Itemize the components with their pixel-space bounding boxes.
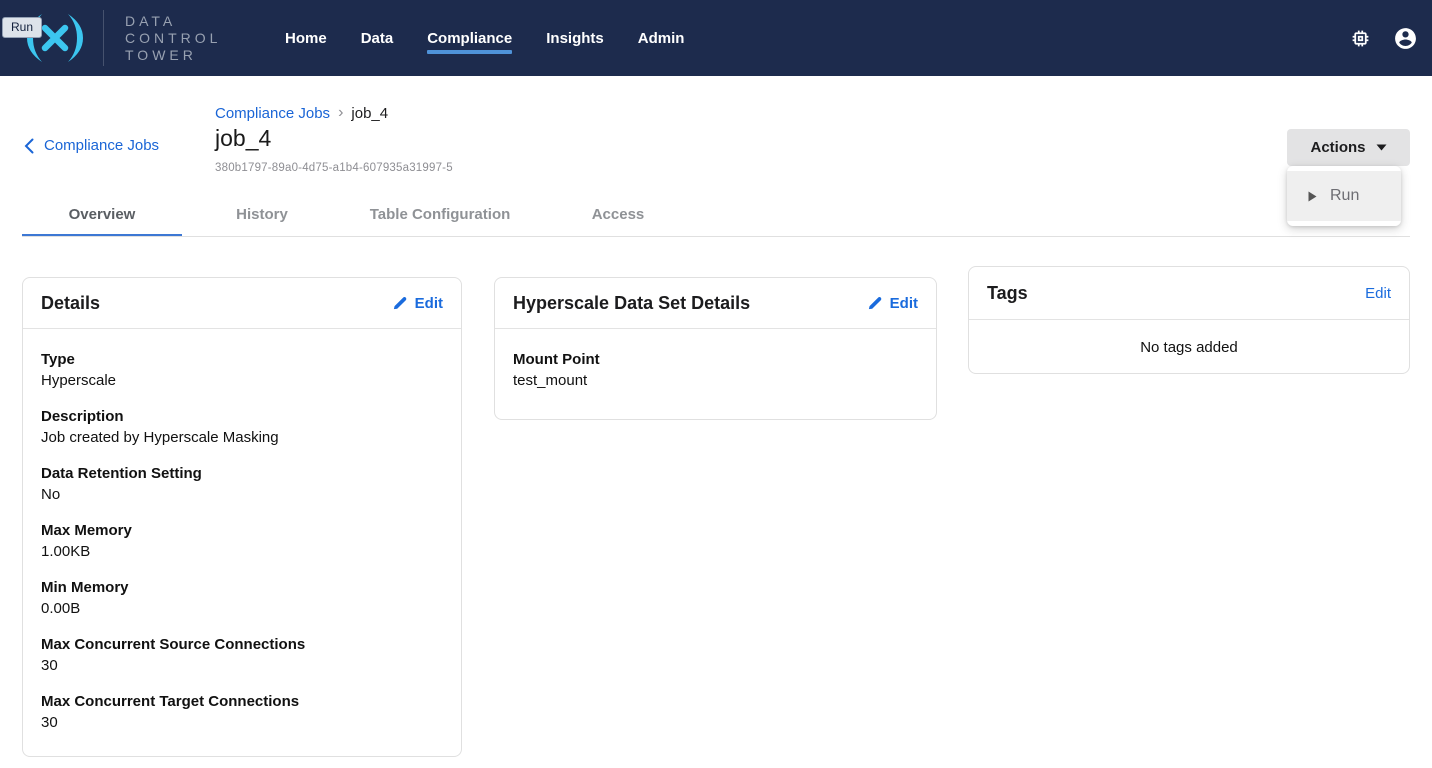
field-max-concurrent-source-connections: Max Concurrent Source Connections 30 (41, 634, 443, 676)
tags-card-title: Tags (987, 283, 1028, 304)
tags-card: Tags Edit No tags added (968, 266, 1410, 374)
field-value: test_mount (513, 370, 918, 391)
field-type: Type Hyperscale (41, 349, 443, 391)
tab-history[interactable]: History (182, 192, 342, 237)
menu-item-run-label: Run (1330, 187, 1359, 205)
details-card-body: Type Hyperscale Description Job created … (23, 329, 461, 768)
field-mount-point: Mount Point test_mount (513, 349, 918, 391)
details-card: Details Edit Type Hyperscale Description… (22, 277, 462, 757)
breadcrumb-separator: › (338, 104, 343, 122)
tab-overview[interactable]: Overview (22, 192, 182, 237)
tags-edit-label: Edit (1365, 285, 1391, 302)
logo-line-2: CONTROL (125, 30, 221, 47)
hyperscale-card-header: Hyperscale Data Set Details Edit (495, 278, 936, 329)
top-navbar: DATA CONTROL TOWER Home Data Compliance … (0, 0, 1432, 76)
field-value: 1.00KB (41, 541, 443, 562)
actions-button[interactable]: Actions (1287, 129, 1410, 166)
hyperscale-dataset-card: Hyperscale Data Set Details Edit Mount P… (494, 277, 937, 420)
tags-edit-button[interactable]: Edit (1365, 285, 1391, 302)
page-title: job_4 (215, 125, 271, 152)
nav-item-label: Insights (546, 30, 604, 47)
field-label: Max Concurrent Target Connections (41, 691, 443, 712)
field-value: Hyperscale (41, 370, 443, 391)
caret-down-icon (1376, 144, 1387, 151)
main-nav: Home Data Compliance Insights Admin (285, 0, 684, 76)
hyperscale-card-title: Hyperscale Data Set Details (513, 293, 750, 314)
breadcrumb-parent-link[interactable]: Compliance Jobs (215, 105, 330, 122)
logo-line-3: TOWER (125, 47, 221, 64)
field-label: Mount Point (513, 349, 918, 370)
actions-button-label: Actions (1310, 139, 1365, 156)
pencil-icon (393, 296, 407, 310)
menu-item-run[interactable]: Run (1287, 171, 1401, 221)
nav-item-label: Data (361, 30, 394, 47)
field-label: Max Concurrent Source Connections (41, 634, 443, 655)
field-value: Job created by Hyperscale Masking (41, 427, 443, 448)
breadcrumb-current: job_4 (351, 105, 388, 122)
nav-item-home[interactable]: Home (285, 0, 327, 76)
field-description: Description Job created by Hyperscale Ma… (41, 406, 443, 448)
logo-line-1: DATA (125, 13, 221, 30)
hyperscale-card-body: Mount Point test_mount (495, 329, 936, 426)
hyperscale-edit-button[interactable]: Edit (868, 295, 918, 312)
run-drag-ghost: Run (2, 17, 42, 38)
field-value: 0.00B (41, 598, 443, 619)
tab-bar: Overview History Table Configuration Acc… (22, 192, 698, 237)
tab-access[interactable]: Access (538, 192, 698, 237)
field-label: Min Memory (41, 577, 443, 598)
tab-label: Access (592, 206, 645, 223)
tab-table-configuration[interactable]: Table Configuration (342, 192, 538, 237)
breadcrumb: Compliance Jobs › job_4 (215, 104, 388, 122)
tab-label: Overview (69, 206, 136, 223)
field-max-concurrent-target-connections: Max Concurrent Target Connections 30 (41, 691, 443, 733)
nav-item-label: Home (285, 30, 327, 47)
back-link-compliance-jobs[interactable]: Compliance Jobs (24, 137, 159, 154)
chevron-left-icon (24, 138, 34, 154)
nav-item-label: Compliance (427, 30, 512, 47)
tab-label: Table Configuration (370, 206, 511, 223)
field-label: Max Memory (41, 520, 443, 541)
pencil-icon (868, 296, 882, 310)
tags-empty-state: No tags added (969, 320, 1409, 374)
play-icon (1308, 191, 1317, 202)
back-link-label: Compliance Jobs (44, 137, 159, 154)
details-edit-button[interactable]: Edit (393, 295, 443, 312)
field-label: Type (41, 349, 443, 370)
nav-item-insights[interactable]: Insights (546, 0, 604, 76)
field-value: 30 (41, 712, 443, 733)
nav-item-compliance[interactable]: Compliance (427, 0, 512, 76)
nav-active-underline (427, 50, 512, 54)
tags-card-header: Tags Edit (969, 267, 1409, 320)
tab-label: History (236, 206, 288, 223)
field-label: Description (41, 406, 443, 427)
field-data-retention-setting: Data Retention Setting No (41, 463, 443, 505)
details-edit-label: Edit (415, 295, 443, 312)
field-value: No (41, 484, 443, 505)
field-value: 30 (41, 655, 443, 676)
nav-item-admin[interactable]: Admin (638, 0, 685, 76)
navbar-right-icons (1350, 0, 1418, 76)
field-min-memory: Min Memory 0.00B (41, 577, 443, 619)
details-card-header: Details Edit (23, 278, 461, 329)
logo-wordmark: DATA CONTROL TOWER (125, 13, 221, 64)
actions-dropdown-menu: Run (1287, 166, 1401, 226)
field-label: Data Retention Setting (41, 463, 443, 484)
nav-item-data[interactable]: Data (361, 0, 394, 76)
chip-icon[interactable] (1350, 28, 1371, 49)
field-max-memory: Max Memory 1.00KB (41, 520, 443, 562)
nav-item-label: Admin (638, 30, 685, 47)
tab-rail-divider (22, 236, 1410, 237)
details-card-title: Details (41, 293, 100, 314)
job-uuid: 380b1797-89a0-4d75-a1b4-607935a31997-5 (215, 162, 453, 174)
logo-divider (103, 10, 104, 66)
account-icon[interactable] (1393, 26, 1418, 51)
hyperscale-edit-label: Edit (890, 295, 918, 312)
